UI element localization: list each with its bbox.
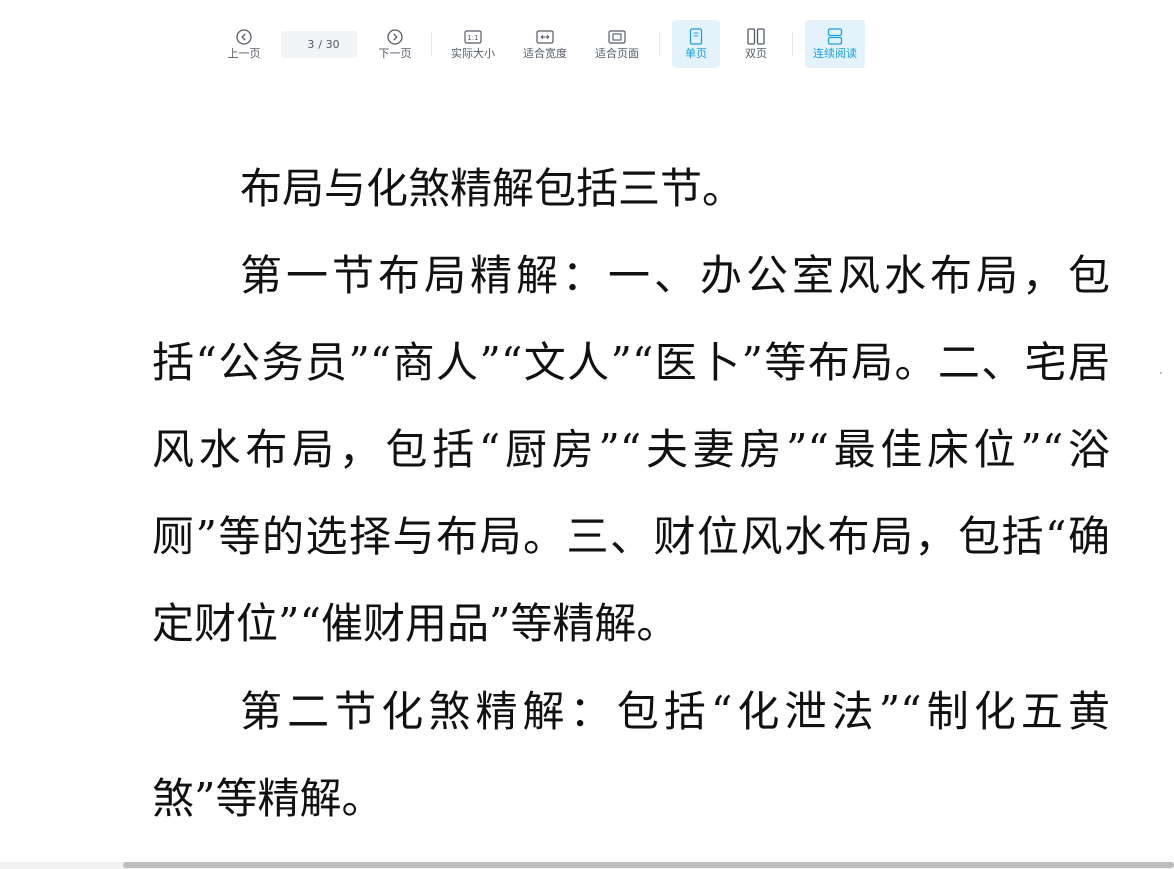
actual-size-button[interactable]: 1:1 实际大小 — [446, 20, 500, 68]
double-page-label: 双页 — [745, 47, 767, 60]
page-total: / 30 — [318, 38, 340, 51]
page-edge-mark — [1160, 372, 1162, 374]
single-page-label: 单页 — [685, 47, 707, 60]
paragraph-section-two: 第二节化煞精解：包括“化泄法”“制化五黄煞”等精解。 — [152, 687, 1110, 823]
fit-width-icon — [536, 28, 554, 45]
next-page-button[interactable]: 下一页 — [372, 20, 418, 68]
double-page-button[interactable]: 双页 — [733, 20, 779, 68]
paragraph-intro: 布局与化煞精解包括三节。 — [240, 164, 745, 213]
toolbar-divider — [431, 32, 432, 56]
actual-size-label: 实际大小 — [451, 47, 495, 60]
prev-page-button[interactable]: 上一页 — [221, 20, 267, 68]
toolbar-divider — [659, 32, 660, 56]
fit-page-label: 适合页面 — [595, 47, 639, 60]
continuous-read-button[interactable]: 连续阅读 — [805, 20, 865, 68]
actual-size-icon: 1:1 — [464, 28, 482, 45]
svg-text:1:1: 1:1 — [467, 34, 478, 42]
document-page: 布局与化煞精解包括三节。 第一节布局精解：一、办公室风水布局，包括“公务员”“商… — [0, 76, 1174, 862]
fit-page-button[interactable]: 适合页面 — [590, 20, 644, 68]
continuous-read-icon — [827, 28, 843, 45]
page-indicator[interactable]: 3 / 30 — [281, 31, 357, 58]
viewer-toolbar: 上一页 3 / 30 下一页 1:1 实际大小 适合宽度 适合页面 单页 双页 … — [0, 0, 1174, 76]
chevron-right-circle-icon — [387, 28, 403, 45]
single-page-icon — [689, 28, 703, 45]
fit-width-button[interactable]: 适合宽度 — [518, 20, 572, 68]
paragraph-section-one: 第一节布局精解：一、办公室风水布局，包括“公务员”“商人”“文人”“医卜”等布局… — [152, 251, 1110, 648]
scrollbar-thumb[interactable] — [123, 862, 1174, 868]
page-current-input[interactable]: 3 — [298, 38, 314, 51]
fit-page-icon — [608, 28, 626, 45]
toolbar-divider — [792, 32, 793, 56]
chevron-left-circle-icon — [236, 28, 252, 45]
next-page-label: 下一页 — [378, 47, 412, 60]
prev-page-label: 上一页 — [227, 47, 261, 60]
horizontal-scrollbar[interactable] — [0, 862, 1174, 869]
double-page-icon — [747, 28, 765, 45]
continuous-read-label: 连续阅读 — [813, 47, 857, 60]
single-page-button[interactable]: 单页 — [672, 20, 720, 68]
fit-width-label: 适合宽度 — [523, 47, 567, 60]
